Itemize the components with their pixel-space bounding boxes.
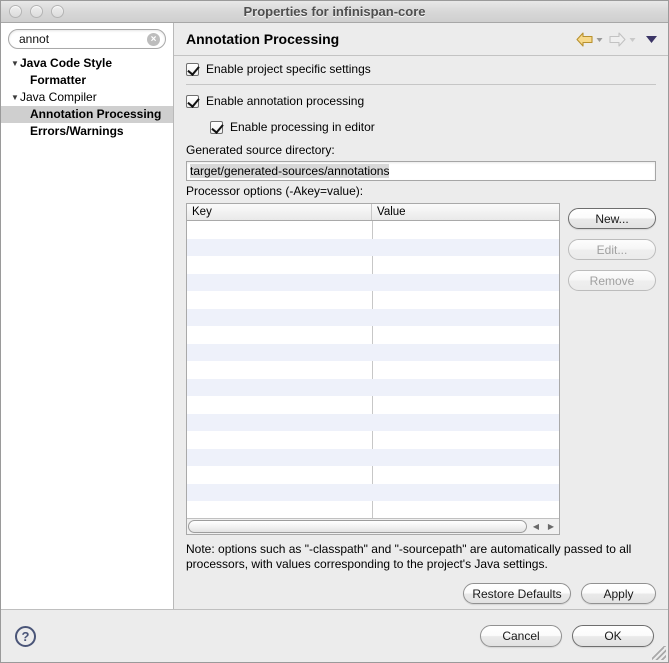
chevron-down-icon[interactable]	[645, 34, 658, 45]
sidebar-item-annotation-processing[interactable]: Annotation Processing	[1, 106, 173, 123]
scrollbar-thumb[interactable]	[188, 520, 527, 533]
triangle-right-icon[interactable]: ▶	[544, 520, 558, 534]
table-row[interactable]	[187, 344, 559, 362]
page-navigation	[576, 32, 658, 47]
page-action-buttons: Restore Defaults Apply	[186, 583, 656, 604]
back-chevron-down-icon[interactable]	[595, 35, 604, 44]
table-row[interactable]	[187, 501, 559, 518]
search-input[interactable]	[9, 30, 165, 48]
horizontal-scrollbar[interactable]: ◀ ▶	[187, 518, 559, 534]
enable-processing-in-editor-checkbox[interactable]	[210, 121, 223, 134]
dialog-footer: ? Cancel OK	[1, 609, 668, 662]
processor-options-note: Note: options such as "-classpath" and "…	[186, 542, 656, 572]
table-row[interactable]	[187, 309, 559, 327]
enable-processing-in-editor-row[interactable]: Enable processing in editor	[186, 114, 656, 140]
window-title: Properties for infinispan-core	[1, 4, 668, 19]
table-row[interactable]	[187, 274, 559, 292]
sidebar-item-errors-warnings[interactable]: Errors/Warnings	[1, 123, 173, 140]
table-row[interactable]	[187, 431, 559, 449]
resize-grip-icon[interactable]	[652, 646, 666, 660]
table-row[interactable]	[187, 414, 559, 432]
table-row[interactable]	[187, 291, 559, 309]
search-container: ×	[1, 23, 173, 53]
forward-chevron-down-icon	[628, 35, 637, 44]
sidebar-item-label: Errors/Warnings	[30, 123, 124, 140]
table-row[interactable]	[187, 379, 559, 397]
enable-processing-in-editor-label: Enable processing in editor	[230, 120, 375, 134]
footer-buttons: Cancel OK	[480, 625, 654, 647]
twisty-expanded-icon[interactable]: ▼	[10, 89, 20, 106]
sidebar-item-label: Java Code Style	[20, 55, 112, 72]
table-row[interactable]	[187, 221, 559, 239]
table-row[interactable]	[187, 396, 559, 414]
clear-circle-icon[interactable]: ×	[147, 33, 160, 46]
table-row[interactable]	[187, 361, 559, 379]
column-header-key[interactable]: Key	[187, 204, 372, 220]
generated-source-directory-value: target/generated-sources/annotations	[190, 164, 389, 178]
triangle-left-icon[interactable]: ◀	[529, 520, 543, 534]
processor-options-table[interactable]: Key Value ◀ ▶	[186, 203, 560, 535]
sidebar-item-java-compiler[interactable]: ▼Java Compiler	[1, 89, 173, 106]
enable-annotation-processing-checkbox[interactable]	[186, 95, 199, 108]
edit-button: Edit...	[568, 239, 656, 260]
table-body[interactable]	[187, 221, 559, 518]
scrollbar-arrows: ◀ ▶	[529, 520, 558, 534]
table-row[interactable]	[187, 484, 559, 502]
settings-sidebar: × ▼Java Code StyleFormatter▼Java Compile…	[1, 23, 174, 611]
search-box[interactable]: ×	[8, 29, 166, 49]
apply-button[interactable]: Apply	[581, 583, 656, 604]
table-header-row: Key Value	[187, 204, 559, 221]
enable-project-specific-settings-checkbox[interactable]	[186, 63, 199, 76]
back-arrow-icon[interactable]	[576, 32, 593, 47]
sidebar-item-java-code-style[interactable]: ▼Java Code Style	[1, 55, 173, 72]
forward-arrow-icon	[609, 32, 626, 47]
processor-options-zone: Key Value ◀ ▶	[186, 203, 656, 535]
column-header-value[interactable]: Value	[372, 204, 559, 220]
ok-button[interactable]: OK	[572, 625, 654, 647]
enable-project-specific-settings-label: Enable project specific settings	[206, 62, 371, 76]
generated-source-directory-label: Generated source directory:	[186, 143, 656, 157]
table-row[interactable]	[187, 256, 559, 274]
question-mark-icon[interactable]: ?	[15, 626, 36, 647]
enable-annotation-processing-row[interactable]: Enable annotation processing	[186, 88, 656, 114]
sidebar-item-label: Annotation Processing	[30, 106, 161, 123]
table-row[interactable]	[187, 449, 559, 467]
page-header: Annotation Processing	[174, 23, 668, 56]
table-row[interactable]	[187, 326, 559, 344]
dialog-body: × ▼Java Code StyleFormatter▼Java Compile…	[1, 23, 668, 611]
settings-form: Enable project specific settings Enable …	[174, 56, 668, 604]
new-button[interactable]: New...	[568, 208, 656, 229]
cancel-button[interactable]: Cancel	[480, 625, 562, 647]
window-titlebar: Properties for infinispan-core	[1, 1, 668, 23]
generated-source-directory-field[interactable]: target/generated-sources/annotations	[186, 161, 656, 181]
restore-defaults-button[interactable]: Restore Defaults	[463, 583, 571, 604]
properties-dialog-window: Properties for infinispan-core × ▼Java C…	[0, 0, 669, 663]
remove-button: Remove	[568, 270, 656, 291]
page-title: Annotation Processing	[186, 31, 576, 47]
processor-options-buttons: New... Edit... Remove	[568, 203, 656, 535]
table-row[interactable]	[187, 466, 559, 484]
sidebar-item-formatter[interactable]: Formatter	[1, 72, 173, 89]
twisty-expanded-icon[interactable]: ▼	[10, 55, 20, 72]
enable-annotation-processing-label: Enable annotation processing	[206, 94, 364, 108]
sidebar-item-label: Java Compiler	[20, 89, 97, 106]
processor-options-label: Processor options (-Akey=value):	[186, 184, 656, 198]
enable-project-specific-settings-row[interactable]: Enable project specific settings	[186, 56, 656, 82]
sidebar-item-label: Formatter	[30, 72, 86, 89]
table-row[interactable]	[187, 239, 559, 257]
settings-content-pane: Annotation Processing	[174, 23, 668, 611]
settings-tree: ▼Java Code StyleFormatter▼Java CompilerA…	[1, 53, 173, 140]
section-divider	[186, 84, 656, 85]
